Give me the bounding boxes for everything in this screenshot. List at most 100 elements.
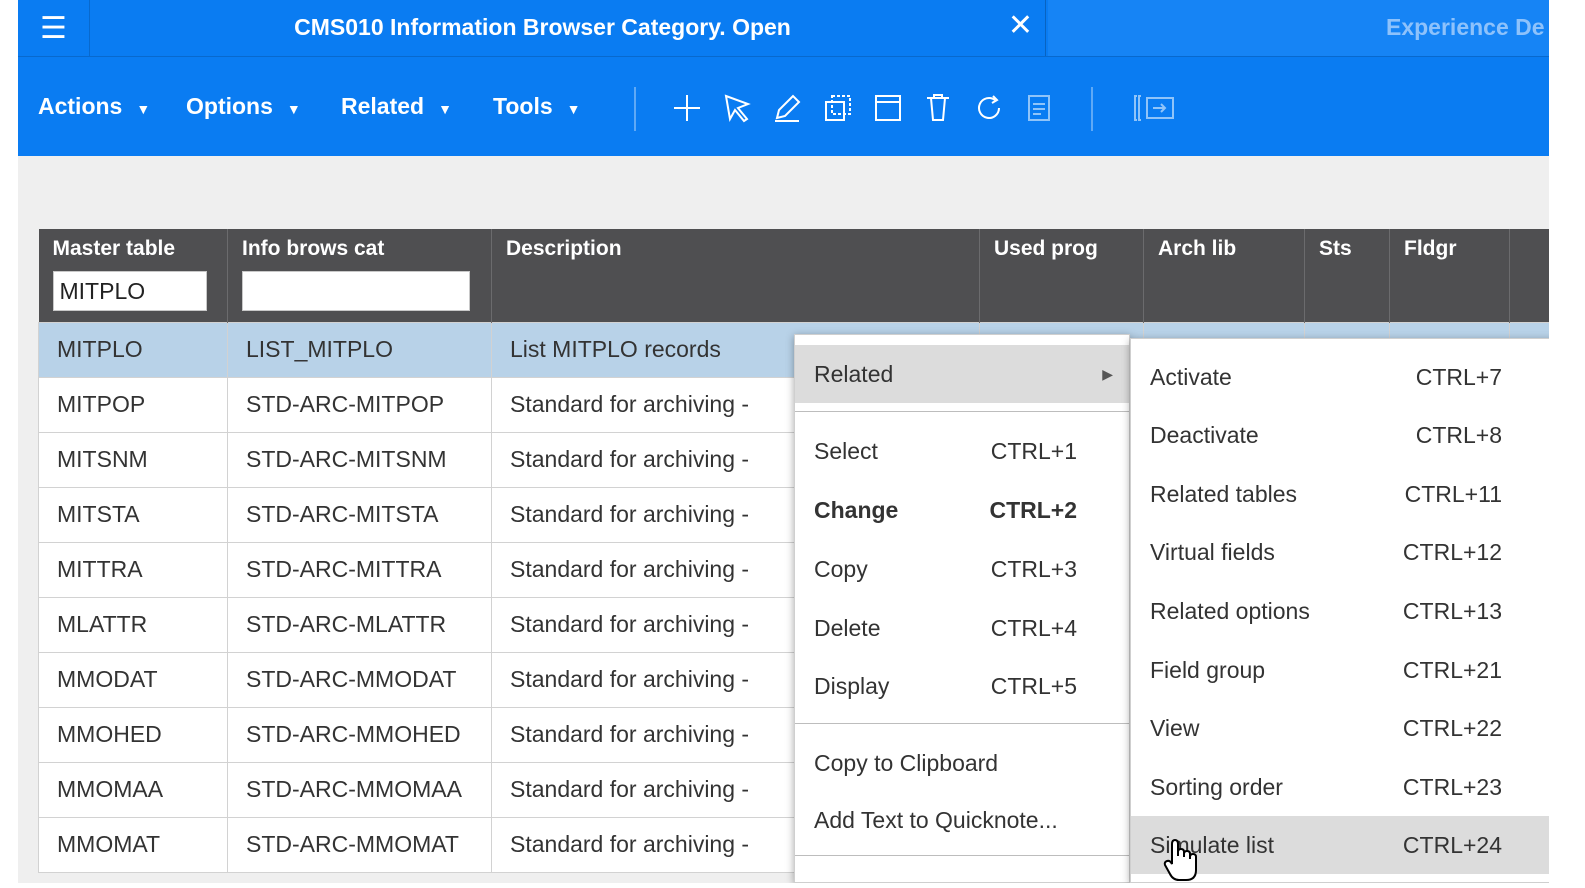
shortcut-label: CTRL+24 xyxy=(1402,831,1502,858)
column-header-extra xyxy=(1509,229,1549,322)
column-header-fldgr[interactable]: Fldgr xyxy=(1389,229,1510,322)
info-brows-cat-filter-input[interactable] xyxy=(242,271,470,311)
menu-item-label: Change xyxy=(814,496,899,523)
menu-item-label: View xyxy=(1150,714,1200,741)
column-label: Fldgr xyxy=(1404,237,1457,260)
menu-item-label: Related options xyxy=(1150,597,1310,624)
cell-master-table: MMOMAT xyxy=(38,816,228,873)
menu-item-label: Related xyxy=(814,360,894,387)
cell-master-table: MMOHED xyxy=(38,706,228,763)
submenu-item-virtual-fields[interactable]: Virtual fields CTRL+12 xyxy=(1131,523,1549,581)
delete-icon[interactable] xyxy=(921,91,955,125)
column-header-description[interactable]: Description xyxy=(491,229,980,322)
display-icon[interactable] xyxy=(871,91,905,125)
shortcut-label: CTRL+5 xyxy=(990,672,1077,699)
toolbar-divider xyxy=(1091,87,1093,131)
tools-label: Tools xyxy=(493,93,553,119)
chevron-down-icon: ▼ xyxy=(286,100,301,117)
chevron-down-icon: ▼ xyxy=(566,100,581,117)
submenu-item-related-options[interactable]: Related options CTRL+13 xyxy=(1131,582,1549,640)
cell-master-table: MITPOP xyxy=(38,376,228,433)
chevron-right-icon: ▶ xyxy=(1102,365,1113,382)
cell-info-brows-cat: STD-ARC-MMOMAT xyxy=(227,816,492,873)
menu-item-label: Display xyxy=(814,672,890,699)
column-header-sts[interactable]: Sts xyxy=(1304,229,1390,322)
tab-cms010[interactable]: CMS010 Information Browser Category. Ope… xyxy=(90,0,1046,56)
panel-toggle-icon[interactable] xyxy=(1132,91,1178,125)
cell-master-table: MITSTA xyxy=(38,486,228,543)
column-label: Master table xyxy=(52,237,176,260)
select-arrow-icon[interactable] xyxy=(720,91,754,125)
cell-master-table: MMODAT xyxy=(38,651,228,708)
title-bar: ☰ CMS010 Information Browser Category. O… xyxy=(18,0,1549,56)
tab-title: CMS010 Information Browser Category. Ope… xyxy=(294,14,791,40)
menu-item-change[interactable]: Change CTRL+2 xyxy=(795,481,1129,539)
tools-menu-button[interactable]: Tools ▼ xyxy=(493,93,580,120)
menu-divider xyxy=(795,411,1129,412)
menu-divider xyxy=(795,855,1129,856)
column-label: Description xyxy=(506,237,622,260)
cell-info-brows-cat: STD-ARC-MLATTR xyxy=(227,596,492,653)
related-menu-button[interactable]: Related ▼ xyxy=(341,93,452,120)
menu-item-label: Delete xyxy=(814,614,881,641)
menu-item-related[interactable]: Related ▶ xyxy=(795,345,1129,403)
related-submenu: Activate CTRL+7 Deactivate CTRL+8 Relate… xyxy=(1130,338,1549,883)
menu-item-copy-to-clipboard[interactable]: Copy to Clipboard xyxy=(795,734,1129,792)
column-header-master-table[interactable]: Master table xyxy=(38,229,228,322)
menu-item-label: Select xyxy=(814,437,878,464)
menu-item-select[interactable]: Select CTRL+1 xyxy=(795,422,1129,480)
submenu-item-related-tables[interactable]: Related tables CTRL+11 xyxy=(1131,465,1549,523)
hand-cursor-icon xyxy=(1162,838,1198,883)
note-icon[interactable] xyxy=(1022,91,1056,125)
submenu-item-activate[interactable]: Activate CTRL+7 xyxy=(1131,348,1549,406)
edit-pencil-icon[interactable] xyxy=(770,91,804,125)
menu-item-label: Copy xyxy=(814,555,868,582)
column-label: Used prog xyxy=(994,237,1098,260)
submenu-item-deactivate[interactable]: Deactivate CTRL+8 xyxy=(1131,406,1549,464)
cell-master-table: MITTRA xyxy=(38,541,228,598)
menu-item-label: Activate xyxy=(1150,363,1232,390)
shortcut-label: CTRL+21 xyxy=(1402,656,1502,683)
submenu-item-sorting-order[interactable]: Sorting order CTRL+23 xyxy=(1131,758,1549,816)
tab-title-other: Experience De xyxy=(1386,14,1545,40)
menu-item-label: Virtual fields xyxy=(1150,538,1275,565)
tab-experience[interactable]: Experience De xyxy=(1048,0,1549,56)
column-header-info-brows-cat[interactable]: Info brows cat xyxy=(227,229,492,322)
shortcut-label: CTRL+13 xyxy=(1402,597,1502,624)
menu-item-label: Copy to Clipboard xyxy=(814,749,999,776)
shortcut-label: CTRL+23 xyxy=(1402,773,1502,800)
cell-master-table: MITSNM xyxy=(38,431,228,488)
menu-item-display[interactable]: Display CTRL+5 xyxy=(795,657,1129,715)
cell-master-table: MITPLO xyxy=(38,321,228,378)
menu-item-delete[interactable]: Delete CTRL+4 xyxy=(795,599,1129,657)
cell-info-brows-cat: STD-ARC-MITTRA xyxy=(227,541,492,598)
refresh-icon[interactable] xyxy=(972,91,1006,125)
menu-divider xyxy=(795,723,1129,724)
copy-icon[interactable] xyxy=(821,91,855,125)
options-menu-button[interactable]: Options ▼ xyxy=(186,93,301,120)
menu-item-copy[interactable]: Copy CTRL+3 xyxy=(795,540,1129,598)
shortcut-label: CTRL+2 xyxy=(989,496,1077,523)
shortcut-label: CTRL+11 xyxy=(1404,480,1502,507)
shortcut-label: CTRL+3 xyxy=(990,555,1077,582)
hamburger-icon[interactable]: ☰ xyxy=(18,0,90,56)
column-header-arch-lib[interactable]: Arch lib xyxy=(1143,229,1305,322)
submenu-item-view[interactable]: View CTRL+22 xyxy=(1131,699,1549,757)
submenu-item-field-group[interactable]: Field group CTRL+21 xyxy=(1131,641,1549,699)
column-label: Sts xyxy=(1319,237,1352,260)
cell-info-brows-cat: STD-ARC-MMODAT xyxy=(227,651,492,708)
plus-icon[interactable] xyxy=(670,91,704,125)
related-label: Related xyxy=(341,93,425,119)
toolbar: Actions ▼ Options ▼ Related ▼ Tools ▼ xyxy=(18,56,1549,156)
master-table-filter-input[interactable] xyxy=(52,271,207,311)
close-icon[interactable]: ✕ xyxy=(1008,8,1033,43)
cell-master-table: MMOMAA xyxy=(38,761,228,818)
actions-label: Actions xyxy=(38,93,123,119)
cell-master-table: MLATTR xyxy=(38,596,228,653)
menu-item-label: Sorting order xyxy=(1150,773,1283,800)
column-header-used-prog[interactable]: Used prog xyxy=(979,229,1144,322)
cell-info-brows-cat: STD-ARC-MMOHED xyxy=(227,706,492,763)
actions-menu-button[interactable]: Actions ▼ xyxy=(38,93,150,120)
cell-info-brows-cat: LIST_MITPLO xyxy=(227,321,492,378)
menu-item-add-text-quicknote[interactable]: Add Text to Quicknote... xyxy=(795,791,1129,849)
